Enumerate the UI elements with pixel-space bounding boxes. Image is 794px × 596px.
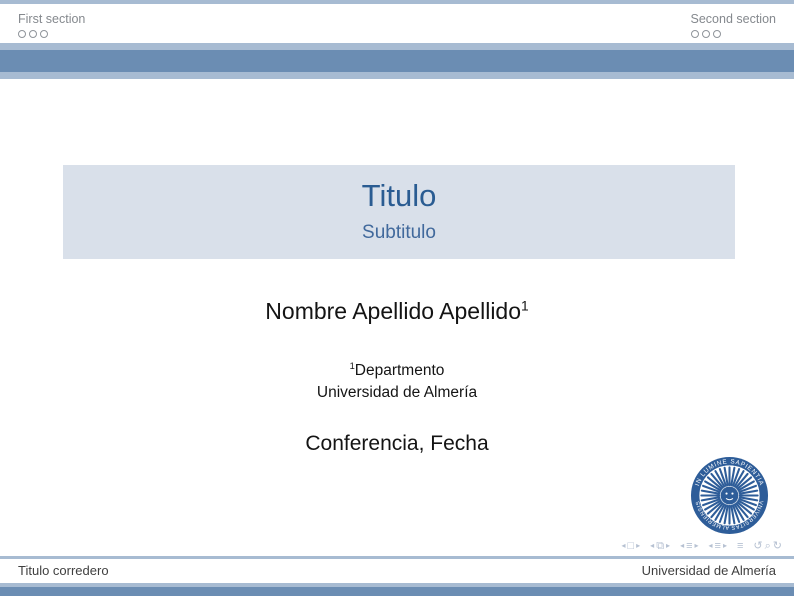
footer-steel-bar (0, 587, 794, 596)
nav-frame-group: ◂ ⧉ ▸ (650, 539, 670, 553)
top-accent-bar (0, 0, 794, 4)
nav-next-frame-icon[interactable]: ▸ (666, 539, 670, 553)
beamer-title-slide: First section Second section Titulo Subt… (0, 0, 794, 596)
mini-frame-dot[interactable] (18, 30, 26, 38)
mini-frame-dot[interactable] (40, 30, 48, 38)
nav-frame-icon[interactable]: ⧉ (656, 539, 664, 553)
header-light-bar-bottom (0, 72, 794, 79)
slide-title: Titulo (63, 178, 735, 214)
header-light-bar-top (0, 43, 794, 50)
nav-slide-group: ◂ □ ▸ (621, 539, 640, 553)
mini-frame-dot[interactable] (691, 30, 699, 38)
nav-back-icon[interactable]: ↺ (753, 539, 762, 553)
mini-frame-dots (691, 30, 776, 38)
section-label: First section (18, 12, 85, 27)
institute-block: 1Departmento Universidad de Almería (0, 360, 794, 404)
institute-department: Departmento (355, 362, 445, 379)
nav-search-icon[interactable]: ⌕ (765, 539, 771, 553)
footer-institution: Universidad de Almería (642, 562, 776, 579)
footer-short-title: Titulo corredero (18, 562, 109, 579)
university-seal-logo: IN LUMINE SAPIENTIA VNIVERSITAS ALMERIEN… (690, 456, 769, 535)
nav-section-icon[interactable]: ≡ (715, 539, 721, 553)
conference-date-line: Conferencia, Fecha (0, 431, 794, 456)
nav-prev-frame-icon[interactable]: ◂ (650, 539, 654, 553)
nav-next-section-icon[interactable]: ▸ (723, 539, 727, 553)
header-steel-bar (0, 50, 794, 72)
nav-next-slide-icon[interactable]: ▸ (636, 539, 640, 553)
institute-department-line: 1Departmento (0, 360, 794, 382)
mini-frame-dot[interactable] (702, 30, 710, 38)
nav-subsection-icon[interactable]: ≡ (686, 539, 692, 553)
nav-prev-subsection-icon[interactable]: ◂ (680, 539, 684, 553)
institute-university: Universidad de Almería (0, 382, 794, 404)
nav-next-subsection-icon[interactable]: ▸ (695, 539, 699, 553)
nav-section-group: ◂ ≡ ▸ (709, 539, 727, 553)
mini-frame-dot[interactable] (29, 30, 37, 38)
mini-frame-dots (18, 30, 85, 38)
author-line: Nombre Apellido Apellido1 (0, 298, 794, 325)
author-footnote-mark: 1 (521, 298, 529, 313)
nav-slide-icon[interactable]: □ (628, 539, 635, 553)
nav-history-group: ↺ ⌕ ↻ (753, 539, 782, 553)
mini-frame-dot[interactable] (713, 30, 721, 38)
nav-forward-icon[interactable]: ↻ (773, 539, 782, 553)
section-nav-first[interactable]: First section (18, 12, 85, 38)
nav-presentation-icon[interactable]: ≡ (737, 539, 743, 553)
section-nav-second[interactable]: Second section (691, 12, 776, 38)
seal-sun-face (721, 487, 739, 505)
nav-prev-slide-icon[interactable]: ◂ (621, 539, 625, 553)
section-label: Second section (691, 12, 776, 27)
nav-prev-section-icon[interactable]: ◂ (709, 539, 713, 553)
beamer-navigation-bar: ◂ □ ▸ ◂ ⧉ ▸ ◂ ≡ ▸ ◂ ≡ ▸ ≡ ↺ ⌕ ↻ (621, 539, 782, 553)
author-name: Nombre Apellido Apellido (265, 298, 521, 324)
footer-light-bar-top (0, 556, 794, 559)
nav-subsection-group: ◂ ≡ ▸ (680, 539, 698, 553)
nav-presentation-group: ≡ (737, 539, 743, 553)
slide-subtitle: Subtitulo (63, 221, 735, 244)
title-block: Titulo Subtitulo (63, 165, 735, 259)
